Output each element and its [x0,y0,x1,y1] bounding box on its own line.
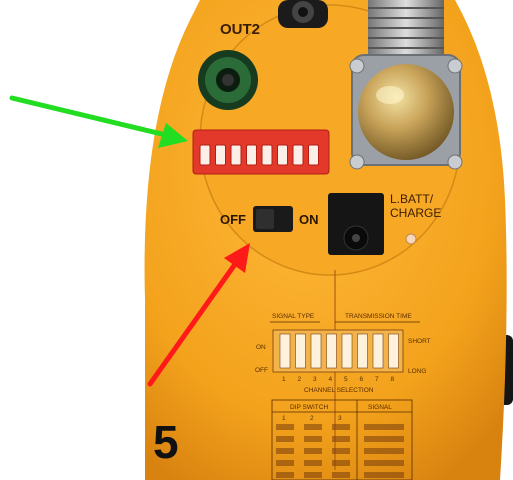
panel-dip-key [341,333,353,369]
dip-switch-key [199,144,211,166]
panel-dip-number: 2 [298,376,302,383]
table-header-signal: SIGNAL [368,404,392,411]
screw-icon [349,154,365,170]
table-col-number: 3 [338,415,342,422]
screw-icon [349,58,365,74]
dip-switch-key [215,144,226,166]
panel-off-label: OFF [255,367,268,374]
batt-label-1: L.BATT/ [390,192,434,206]
table-col-number: 1 [282,415,286,422]
panel-dip-key [372,333,384,369]
panel-dip-key [295,333,306,369]
screw-icon [447,58,463,74]
dip-switch-key [308,144,319,166]
callout-number: 5 [153,416,179,468]
panel-dip-key [326,333,337,369]
out2-label: OUT2 [220,21,260,38]
panel-dip-number: 3 [313,376,317,383]
panel-dip-key [357,333,368,369]
dip-switch-key [246,144,257,166]
panel-dip-key [279,333,291,369]
signal-type-label: SIGNAL TYPE [272,313,315,320]
panel-dip-number: 5 [344,376,348,383]
dip-switch-key [292,144,304,166]
panel-on-label: ON [256,344,266,351]
dip-switch-key [230,144,242,166]
device-photo: OUT2 OFF ON L.BATT/ CHARGE SIGNAL TYPE T… [0,0,513,480]
batt-label-2: CHARGE [390,206,441,220]
table-header-dip: DIP SWITCH [290,404,328,411]
green-connector [198,50,258,110]
switch-off-label: OFF [220,212,246,227]
screw-icon [447,154,463,170]
transmission-time-label: TRANSMISSION TIME [345,313,412,320]
charge-jack [328,193,384,255]
switch-on-label: ON [299,212,319,227]
panel-dip-key [310,333,322,369]
channel-selection-label: CHANNEL SELECTION [304,387,374,394]
power-slide-switch [253,206,293,232]
panel-dip-key [388,333,399,369]
panel-dip-number: 1 [282,376,286,383]
panel-dip-number: 6 [360,376,364,383]
panel-dip-number: 8 [391,376,395,383]
panel-long-label: LONG [408,368,426,375]
dip-switch-block [192,129,330,175]
dip-switch-key [261,144,273,166]
panel-short-label: SHORT [408,338,431,345]
out2-connector-top [278,0,328,28]
table-col-number: 2 [310,415,314,422]
panel-dip-number: 4 [329,376,333,383]
dip-switch-key [277,144,288,166]
panel-dip-number: 7 [375,376,379,383]
charge-led [405,233,417,245]
